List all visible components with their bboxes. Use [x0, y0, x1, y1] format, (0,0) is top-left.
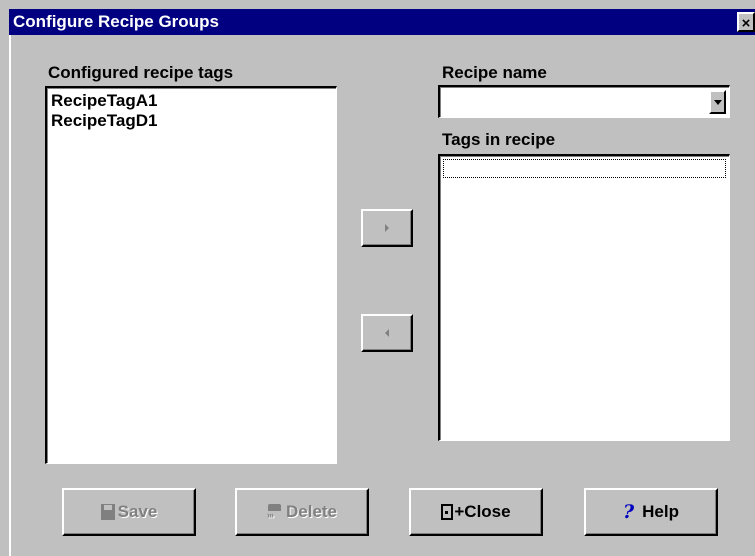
- recipe-name-label: Recipe name: [442, 63, 547, 82]
- focus-rectangle: [443, 159, 726, 178]
- close-label: +Close: [454, 502, 511, 521]
- delete-button[interactable]: Delete: [235, 488, 369, 536]
- recipe-name-dropdown-button[interactable]: [709, 90, 726, 114]
- configured-tags-list[interactable]: RecipeTagA1 RecipeTagD1: [45, 86, 337, 464]
- add-tag-button[interactable]: [361, 209, 413, 247]
- tags-in-recipe-list[interactable]: [438, 154, 730, 441]
- title-bar: Configure Recipe Groups ×: [9, 9, 755, 35]
- window-close-button[interactable]: ×: [737, 12, 755, 32]
- remove-tag-button[interactable]: [361, 314, 413, 352]
- save-label: Save: [117, 502, 158, 521]
- save-button[interactable]: Save: [62, 488, 196, 536]
- floppy-disk-icon: [100, 504, 115, 520]
- window-title: Configure Recipe Groups: [13, 12, 219, 31]
- list-item[interactable]: RecipeTagA1: [49, 91, 334, 111]
- delete-label: Delete: [285, 502, 338, 521]
- list-item[interactable]: RecipeTagD1: [49, 111, 334, 131]
- close-button[interactable]: +Close: [409, 488, 543, 536]
- recipe-name-combobox[interactable]: [438, 85, 730, 118]
- arrow-left-icon: [385, 329, 389, 337]
- configured-tags-label: Configured recipe tags: [48, 63, 234, 82]
- arrow-right-icon: [385, 224, 389, 232]
- help-label: Help: [642, 502, 679, 521]
- help-button[interactable]: ? Help: [584, 488, 718, 536]
- question-mark-icon: ?: [623, 501, 635, 523]
- tags-in-recipe-label: Tags in recipe: [442, 130, 556, 149]
- trash-icon: [267, 504, 283, 520]
- dialog-edge: [9, 35, 11, 556]
- exit-door-icon: [441, 504, 454, 520]
- chevron-down-icon: [714, 100, 722, 105]
